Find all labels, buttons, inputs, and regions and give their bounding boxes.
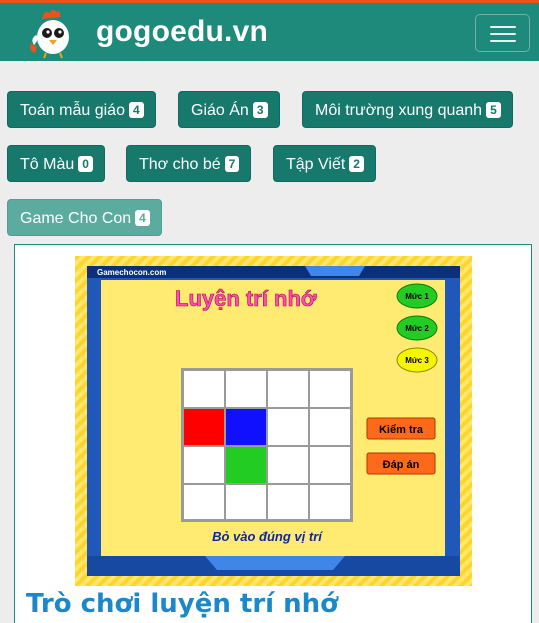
category-button-tap-viet[interactable]: Tập Viết 2 <box>273 145 376 182</box>
category-button-game-cho-con[interactable]: Game Cho Con 4 <box>7 199 162 236</box>
category-button-giao-an[interactable]: Giáo Án 3 <box>178 91 280 128</box>
chicken-logo-icon[interactable] <box>28 7 78 59</box>
game-instruction: Bỏ vào đúng vị trí <box>212 529 323 544</box>
grid-cell-green <box>226 447 266 483</box>
category-count-badge: 4 <box>128 102 144 118</box>
category-button-to-mau[interactable]: Tô Màu 0 <box>7 145 105 182</box>
category-count-badge: 0 <box>78 156 93 172</box>
category-label: Môi trường xung quanh <box>315 102 483 119</box>
left-rail <box>87 278 101 568</box>
hamburger-line <box>490 40 516 42</box>
category-label: Tập Viết <box>286 156 346 173</box>
right-rail <box>445 278 460 568</box>
level-1-label: Mức 1 <box>405 292 429 301</box>
category-count-badge: 3 <box>252 102 268 118</box>
post-card: Gamechocon.com Luyện trí nhớ Mức 1 Mức 2… <box>14 244 532 623</box>
navbar: gogoedu.vn <box>0 3 539 61</box>
grid-cell-red <box>184 409 224 445</box>
category-count-badge: 5 <box>486 102 501 118</box>
check-button-label: Kiểm tra <box>379 424 424 436</box>
category-label: Tô Màu <box>20 156 75 173</box>
grid-cell-blue <box>226 409 266 445</box>
category-button-tho-cho-be[interactable]: Thơ cho bé 7 <box>126 145 252 182</box>
category-button-moi-truong-xung-quanh[interactable]: Môi trường xung quanh 5 <box>302 91 513 128</box>
level-2-label: Mức 2 <box>405 324 429 333</box>
level-3-label: Mức 3 <box>405 356 429 365</box>
game-thumbnail[interactable]: Gamechocon.com Luyện trí nhớ Mức 1 Mức 2… <box>75 256 472 586</box>
site-brand-link[interactable]: gogoedu.vn <box>96 15 268 49</box>
category-label: Giáo Án <box>191 102 249 119</box>
category-count-badge: 2 <box>349 156 364 172</box>
post-title-link[interactable]: Trò chơi luyện trí nhớ <box>26 589 338 619</box>
category-count-badge: 7 <box>224 156 240 172</box>
category-label: Toán mẫu giáo <box>20 102 125 119</box>
game-site-label: Gamechocon.com <box>97 268 166 277</box>
category-label: Game Cho Con <box>20 210 132 227</box>
answer-button-label: Đáp án <box>383 459 420 471</box>
bottom-tab <box>205 556 345 570</box>
hamburger-line <box>490 33 516 35</box>
menu-toggle-button[interactable] <box>475 14 530 52</box>
top-tab <box>305 266 365 276</box>
game-heading: Luyện trí nhớ <box>175 286 317 311</box>
hamburger-line <box>490 26 516 28</box>
category-count-badge: 4 <box>135 210 150 226</box>
category-button-toan-mau-giao[interactable]: Toán mẫu giáo 4 <box>7 91 156 128</box>
category-label: Thơ cho bé <box>139 156 221 173</box>
